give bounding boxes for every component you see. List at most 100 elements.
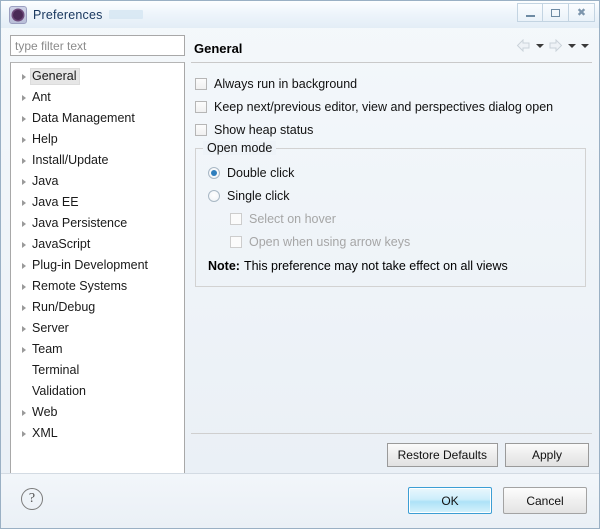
tree-item-label: Team [32, 342, 63, 356]
page-nav-tools [515, 37, 590, 54]
checkbox-icon[interactable] [195, 77, 207, 90]
expand-arrow-icon[interactable] [17, 262, 30, 269]
radio-double-click[interactable]: Double click [204, 161, 577, 184]
expand-arrow-icon[interactable] [17, 325, 30, 332]
title-artifact [108, 10, 143, 19]
radio-label: Single click [227, 188, 290, 203]
tree-item-general[interactable]: General [11, 66, 184, 87]
restore-defaults-button[interactable]: Restore Defaults [386, 443, 498, 467]
tree-item-label: Data Management [32, 111, 135, 125]
filter-input[interactable] [10, 35, 185, 56]
checkbox-icon[interactable] [195, 100, 207, 113]
forward-history-dropdown-icon[interactable] [566, 37, 577, 54]
maximize-icon [551, 8, 560, 17]
tree-item-install-update[interactable]: Install/Update [11, 150, 184, 171]
tree-item-server[interactable]: Server [11, 318, 184, 339]
expand-arrow-icon[interactable] [17, 409, 30, 416]
expand-arrow-icon[interactable] [17, 430, 30, 437]
expand-arrow-icon[interactable] [17, 178, 30, 185]
checkbox-open-when-using-arrow-keys: Open when using arrow keys [204, 230, 577, 253]
minimize-button[interactable] [517, 3, 543, 22]
expand-arrow-icon[interactable] [17, 283, 30, 290]
open-mode-note: Note: This preference may not take effec… [204, 255, 577, 277]
expand-arrow-icon[interactable] [17, 115, 30, 122]
tree-item-run-debug[interactable]: Run/Debug [11, 297, 184, 318]
tree-item-web[interactable]: Web [11, 402, 184, 423]
close-icon: ✖ [576, 6, 587, 19]
tree-item-label: Java Persistence [32, 216, 128, 230]
tree-item-label: Server [32, 321, 69, 335]
apply-button[interactable]: Apply [505, 443, 589, 467]
tree-item-team[interactable]: Team [11, 339, 184, 360]
checkbox-select-on-hover: Select on hover [204, 207, 577, 230]
tree-item-label: Install/Update [32, 153, 109, 167]
preferences-tree[interactable]: General Ant Data Management Help Install… [10, 62, 185, 477]
expand-arrow-icon[interactable] [17, 304, 30, 311]
expand-arrow-icon[interactable] [17, 94, 30, 101]
checkbox-label: Show heap status [214, 122, 314, 137]
tree-item-ant[interactable]: Ant [11, 87, 184, 108]
tree-item-label: Remote Systems [32, 279, 128, 293]
expand-arrow-icon[interactable] [17, 220, 30, 227]
window-controls: ✖ [517, 3, 595, 22]
close-button[interactable]: ✖ [569, 3, 595, 22]
page-footer: Restore Defaults Apply [191, 433, 592, 478]
page-title: General [194, 41, 243, 56]
checkbox-label: Open when using arrow keys [249, 234, 411, 249]
title-bar: Preferences ✖ [1, 1, 599, 28]
expand-arrow-icon[interactable] [17, 346, 30, 353]
tree-item-xml[interactable]: XML [11, 423, 184, 444]
preferences-dialog: Preferences ✖ General [0, 0, 600, 529]
minimize-icon [525, 14, 535, 17]
tree-item-label: Java EE [32, 195, 79, 209]
maximize-button[interactable] [543, 3, 569, 22]
tree-item-java-ee[interactable]: Java EE [11, 192, 184, 213]
expand-arrow-icon[interactable] [17, 199, 30, 206]
cancel-button[interactable]: Cancel [503, 487, 587, 514]
preferences-sidebar: General Ant Data Management Help Install… [10, 35, 185, 478]
tree-item-terminal[interactable]: Terminal [11, 360, 184, 381]
tree-item-label: XML [32, 426, 58, 440]
checkbox-label: Always run in background [214, 76, 358, 91]
tree-item-java[interactable]: Java [11, 171, 184, 192]
tree-item-label: General [30, 68, 81, 85]
expand-arrow-icon[interactable] [17, 241, 30, 248]
back-history-dropdown-icon[interactable] [534, 37, 545, 54]
ok-button[interactable]: OK [408, 487, 492, 514]
expand-arrow-icon[interactable] [17, 73, 30, 80]
checkbox-keep-next-previous-editor[interactable]: Keep next/previous editor, view and pers… [191, 95, 592, 118]
radio-unselected-icon[interactable] [208, 189, 220, 202]
checkbox-label: Select on hover [249, 211, 336, 226]
view-menu-dropdown-icon[interactable] [579, 37, 590, 54]
tree-item-help[interactable]: Help [11, 129, 184, 150]
tree-item-data-management[interactable]: Data Management [11, 108, 184, 129]
tree-item-label: Java [32, 174, 59, 188]
tree-item-label: JavaScript [32, 237, 91, 251]
tree-item-validation[interactable]: Validation [11, 381, 184, 402]
preference-page: General Always run in background Keep ne… [191, 35, 592, 478]
tree-item-remote-systems[interactable]: Remote Systems [11, 276, 184, 297]
checkbox-always-run-in-background[interactable]: Always run in background [191, 72, 592, 95]
checkbox-icon [230, 212, 242, 225]
checkbox-label: Keep next/previous editor, view and pers… [214, 99, 554, 114]
checkbox-show-heap-status[interactable]: Show heap status [191, 118, 592, 141]
checkbox-icon [230, 235, 242, 248]
radio-selected-icon[interactable] [208, 166, 220, 179]
open-mode-group: Open mode Double click Single click Sele… [195, 141, 586, 287]
tree-item-label: Help [32, 132, 58, 146]
tree-item-javascript[interactable]: JavaScript [11, 234, 184, 255]
tree-item-plug-in-development[interactable]: Plug-in Development [11, 255, 184, 276]
forward-arrow-icon[interactable] [547, 37, 564, 54]
checkbox-icon[interactable] [195, 123, 207, 136]
tree-item-java-persistence[interactable]: Java Persistence [11, 213, 184, 234]
tree-item-label: Plug-in Development [32, 258, 149, 272]
dialog-buttons: OK Cancel [408, 487, 587, 514]
help-icon[interactable]: ? [21, 488, 43, 510]
expand-arrow-icon[interactable] [17, 136, 30, 143]
window-title: Preferences [33, 7, 103, 22]
preferences-gear-icon [9, 5, 27, 24]
back-arrow-icon[interactable] [515, 37, 532, 54]
radio-single-click[interactable]: Single click [204, 184, 577, 207]
tree-item-label: Run/Debug [32, 300, 96, 314]
expand-arrow-icon[interactable] [17, 157, 30, 164]
